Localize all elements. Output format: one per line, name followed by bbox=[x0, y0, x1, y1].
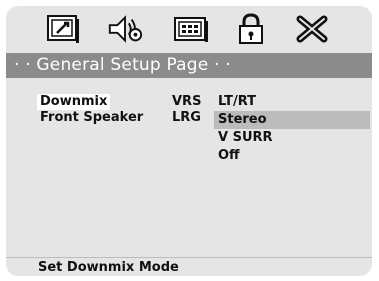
option-off[interactable]: Off bbox=[214, 147, 370, 165]
setting-downmix-value: VRS bbox=[172, 94, 202, 109]
password-lock-icon[interactable] bbox=[232, 10, 270, 48]
option-lt-rt[interactable]: LT/RT bbox=[214, 93, 370, 111]
option-stereo[interactable]: Stereo bbox=[214, 111, 370, 129]
option-v-surr[interactable]: V SURR bbox=[214, 129, 370, 147]
setup-menu-panel: · · General Setup Page · · Downmix VRS F… bbox=[6, 6, 372, 276]
setting-front-speaker-value: LRG bbox=[172, 110, 201, 125]
setup-tab-bar bbox=[6, 6, 372, 50]
settings-area: Downmix VRS Front Speaker LRG LT/RT Ster… bbox=[6, 78, 372, 256]
exit-icon[interactable] bbox=[294, 10, 332, 48]
page-title: · · General Setup Page · · bbox=[14, 55, 231, 75]
help-bar: Set Downmix Mode bbox=[6, 257, 372, 276]
setting-downmix-label[interactable]: Downmix bbox=[37, 94, 111, 110]
audio-setup-icon[interactable] bbox=[106, 10, 144, 48]
page-title-bar: · · General Setup Page · · bbox=[6, 53, 372, 78]
video-setup-icon[interactable] bbox=[172, 10, 210, 48]
setting-front-speaker-label[interactable]: Front Speaker bbox=[40, 110, 143, 126]
general-setup-icon[interactable] bbox=[44, 10, 82, 48]
help-text: Set Downmix Mode bbox=[38, 260, 179, 275]
